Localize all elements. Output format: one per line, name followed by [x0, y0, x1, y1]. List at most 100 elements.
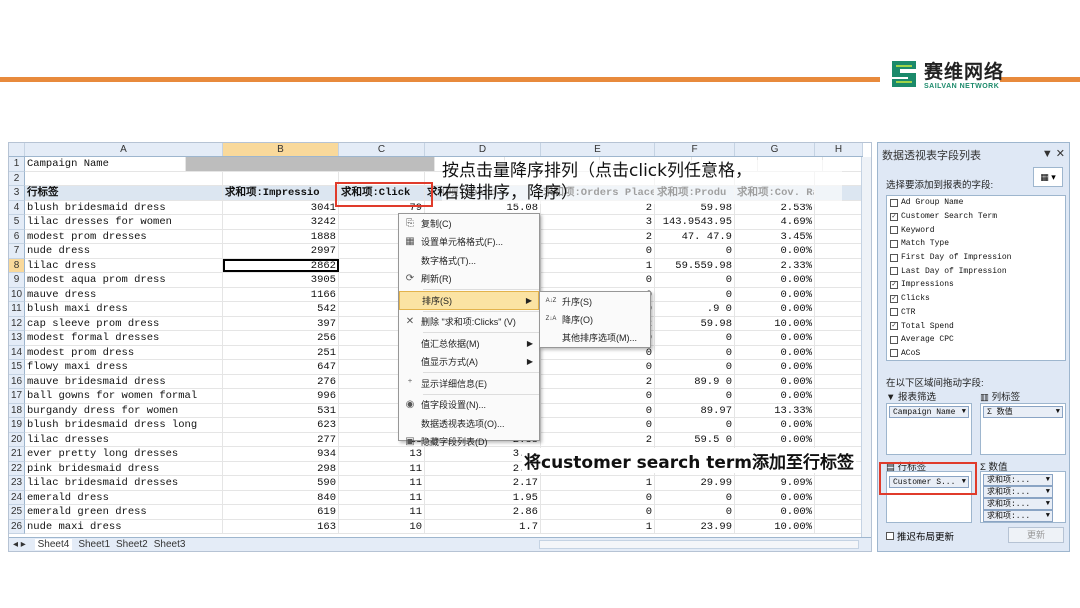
- cell[interactable]: 10: [339, 519, 425, 533]
- cell[interactable]: blush bridesmaid dress: [25, 200, 223, 214]
- field-item[interactable]: First Day of Impression: [887, 251, 1065, 265]
- cell[interactable]: 0: [541, 360, 655, 374]
- cell[interactable]: 89.97: [655, 403, 735, 417]
- cell[interactable]: 0.00%: [735, 418, 815, 432]
- column-header-b[interactable]: B: [223, 143, 339, 156]
- cell[interactable]: blush bridesmaid dress long: [25, 418, 223, 432]
- row-header-8[interactable]: 8: [9, 258, 25, 273]
- cell[interactable]: 2.33%: [735, 258, 815, 272]
- cell[interactable]: cap sleeve prom dress: [25, 316, 223, 330]
- cell[interactable]: 1166: [223, 287, 339, 301]
- row-header-21[interactable]: 21: [9, 447, 25, 462]
- cell[interactable]: 0.00%: [735, 389, 815, 403]
- cell[interactable]: [815, 244, 863, 258]
- field-checkbox[interactable]: [890, 349, 898, 358]
- cell[interactable]: 59.98: [655, 316, 735, 330]
- row-header-13[interactable]: 13: [9, 331, 25, 346]
- cell[interactable]: 0: [541, 403, 655, 417]
- cell[interactable]: 0: [541, 273, 655, 287]
- cell[interactable]: 590: [223, 476, 339, 490]
- context-menu-item[interactable]: ⁺ 显示详细信息(E): [399, 374, 539, 393]
- cell[interactable]: 0: [655, 505, 735, 519]
- field-checkbox[interactable]: ✓: [890, 322, 898, 331]
- row-header-15[interactable]: 15: [9, 360, 25, 375]
- cell[interactable]: 1: [541, 258, 655, 272]
- cell[interactable]: 2.17: [425, 476, 541, 490]
- cell[interactable]: [815, 345, 863, 359]
- row-header-14[interactable]: 14: [9, 345, 25, 360]
- context-menu-item[interactable]: ⎘ 复制(C): [399, 214, 539, 233]
- context-menu-item[interactable]: ▦ 设置单元格格式(F)...: [399, 233, 539, 252]
- cell[interactable]: flowy maxi dress: [25, 360, 223, 374]
- row-header-2[interactable]: 2: [9, 171, 25, 186]
- row-header-19[interactable]: 19: [9, 418, 25, 433]
- cell[interactable]: nude dress: [25, 244, 223, 258]
- row-header-20[interactable]: 20: [9, 432, 25, 447]
- cell[interactable]: 298: [223, 461, 339, 475]
- row-header-24[interactable]: 24: [9, 490, 25, 505]
- more-sort-options-item[interactable]: 其他排序选项(M)...: [540, 328, 650, 346]
- cell[interactable]: 0.00%: [735, 505, 815, 519]
- tab-sheet2[interactable]: Sheet2: [116, 539, 148, 550]
- cell[interactable]: 1: [541, 476, 655, 490]
- field-checkbox[interactable]: ✓: [890, 280, 898, 289]
- cell[interactable]: modest aqua prom dress: [25, 273, 223, 287]
- cell[interactable]: 10.00%: [735, 316, 815, 330]
- context-menu[interactable]: ⎘ 复制(C) ▦ 设置单元格格式(F)... 数字格式(T)... ⟳ 刷新(R) 排序(S…: [398, 213, 540, 447]
- row-header-9[interactable]: 9: [9, 273, 25, 288]
- cell[interactable]: 0.00%: [735, 374, 815, 388]
- cell[interactable]: 9.09%: [735, 476, 815, 490]
- cell[interactable]: 619: [223, 505, 339, 519]
- report-filter-area[interactable]: Campaign Name ▼: [886, 403, 972, 455]
- cell[interactable]: [815, 418, 863, 432]
- cell[interactable]: 89.9 0: [655, 374, 735, 388]
- row-header-12[interactable]: 12: [9, 316, 25, 331]
- cell[interactable]: emerald green dress: [25, 505, 223, 519]
- cell[interactable]: 1: [541, 519, 655, 533]
- cell[interactable]: [25, 171, 223, 185]
- cell[interactable]: 0.00%: [735, 287, 815, 301]
- cell[interactable]: modest prom dresses: [25, 229, 223, 243]
- row-header-25[interactable]: 25: [9, 505, 25, 520]
- column-header-f[interactable]: F: [655, 143, 735, 156]
- value-chip[interactable]: 求和项:... ▼: [983, 498, 1053, 510]
- cell[interactable]: [815, 519, 863, 533]
- cell[interactable]: 276: [223, 374, 339, 388]
- column-header-c[interactable]: C: [339, 143, 425, 156]
- cell[interactable]: lilac bridesmaid dresses: [25, 476, 223, 490]
- cell[interactable]: [815, 389, 863, 403]
- field-list[interactable]: Ad Group Name ✓ Customer Search Term Keywor…: [886, 195, 1066, 361]
- cell[interactable]: 3.45%: [735, 229, 815, 243]
- cell[interactable]: 3242: [223, 215, 339, 229]
- cell[interactable]: 3041: [223, 200, 339, 214]
- tab-sheet4[interactable]: Sheet4: [34, 539, 73, 550]
- cell[interactable]: [223, 171, 339, 185]
- cell[interactable]: nude maxi dress: [25, 519, 223, 533]
- cell[interactable]: [815, 302, 863, 316]
- cell[interactable]: [815, 476, 863, 490]
- cell[interactable]: [815, 287, 863, 301]
- cell[interactable]: 934: [223, 447, 339, 461]
- cell[interactable]: 0: [541, 389, 655, 403]
- field-checkbox[interactable]: [890, 226, 898, 235]
- row-header-26[interactable]: 26: [9, 519, 25, 534]
- field-checkbox[interactable]: [890, 198, 898, 207]
- cell[interactable]: 0.00%: [735, 490, 815, 504]
- vertical-scrollbar[interactable]: [861, 157, 871, 539]
- field-checkbox[interactable]: [890, 253, 898, 262]
- cell[interactable]: 0.00%: [735, 302, 815, 316]
- cell[interactable]: lilac dresses for women: [25, 215, 223, 229]
- cell[interactable]: 2.86: [425, 505, 541, 519]
- cell[interactable]: 23.99: [655, 519, 735, 533]
- cell[interactable]: 0: [655, 273, 735, 287]
- cell[interactable]: 0: [541, 418, 655, 432]
- cell[interactable]: 11: [339, 476, 425, 490]
- cell[interactable]: 59.5 0: [655, 432, 735, 446]
- row-header-22[interactable]: 22: [9, 461, 25, 476]
- cell[interactable]: [815, 374, 863, 388]
- field-checkbox[interactable]: [890, 308, 898, 317]
- cell[interactable]: [815, 316, 863, 330]
- cell[interactable]: 11: [339, 505, 425, 519]
- tab-nav-icon[interactable]: ◂ ▸: [13, 539, 26, 550]
- cell[interactable]: 3: [541, 215, 655, 229]
